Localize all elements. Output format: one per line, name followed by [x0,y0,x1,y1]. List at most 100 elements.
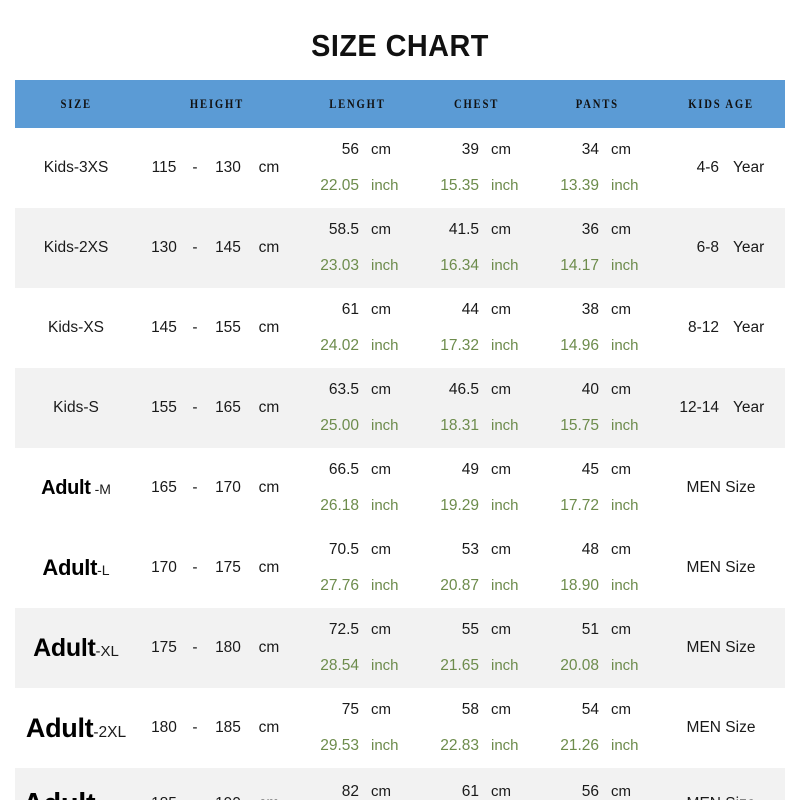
pants-inch-unit: inch [611,417,639,434]
chest-inch-unit: inch [491,657,519,674]
chest-cm-value: 61 [461,783,479,800]
chest-inch-unit: inch [491,497,519,514]
height-min: 185 [145,795,183,800]
cell-size: Kids-2XS [15,208,137,288]
length-inch-value: 25.00 [320,417,359,434]
cell-pants: 38 cm 14.96 inch [537,288,657,368]
cell-size: Adult-3XL [15,768,137,800]
pants-cm-unit: cm [611,701,631,718]
table-body: Kids-3XS 115-130 cm 56 cm 22.05 inch 39 cm 15.35 i… [15,128,785,800]
column-header-length: LENGHT [297,80,417,128]
cell-size: Kids-XS [15,288,137,368]
pants-cm-value: 34 [581,141,599,158]
length-cm-value: 66.5 [328,461,359,478]
column-header-pants-label: PANTS [575,96,619,111]
size-label: Kids-XS [48,319,104,336]
cell-kids-age: MEN Size [657,528,785,608]
height-unit: cm [258,239,280,256]
chest-cm-unit: cm [491,141,511,158]
table-row: Adult-L 170-175 cm 70.5 cm 27.76 inch 53 cm 20.87… [15,528,785,608]
pants-cm-unit: cm [611,221,631,238]
pants-inch-unit: inch [611,497,639,514]
cell-size: Adult-XL [15,608,137,688]
length-inch-unit: inch [371,177,399,194]
pants-cm-value: 38 [581,301,599,318]
length-inch-value: 22.05 [320,177,359,194]
height-min: 115 [151,159,177,176]
cell-length: 72.5 cm 28.54 inch [297,608,417,688]
height-max: 180 [215,639,241,656]
chest-inch-value: 19.29 [440,497,479,514]
size-label-main: Adult [42,555,98,580]
height-dash: - [192,639,198,656]
column-header-height: HEIGHT [137,80,297,128]
length-cm-value: 82 [341,783,359,800]
column-header-pants: PANTS [537,80,657,128]
size-label-suffix: -L [97,562,110,578]
pants-cm-value: 40 [581,381,599,398]
pants-inch-unit: inch [611,337,639,354]
chest-cm-value: 46.5 [448,381,479,398]
length-cm-value: 75 [341,701,359,718]
height-dash: - [192,479,198,496]
cell-height: 130-145 cm [137,208,297,288]
pants-inch-unit: inch [611,577,639,594]
cell-size: Adult-L [15,528,137,608]
age-range: 4-6 [696,159,719,176]
chest-cm-unit: cm [491,301,511,318]
cell-chest: 55 cm 21.65 inch [417,608,537,688]
length-cm-value: 63.5 [328,381,359,398]
cell-size: Kids-3XS [15,128,137,208]
size-note: MEN Size [686,479,756,496]
cell-height: 155-165 cm [137,368,297,448]
pants-inch-value: 15.75 [560,417,599,434]
age-unit: Year [733,399,765,416]
size-label-main: Adult [25,712,94,743]
length-cm-value: 72.5 [328,621,359,638]
cell-pants: 54 cm 21.26 inch [537,688,657,768]
length-inch-unit: inch [371,657,399,674]
length-inch-unit: inch [371,497,399,514]
size-chart-page: SIZE CHART SIZE HEIGHT LENGHT CHEST PANT… [0,0,800,800]
cell-size: Adult-2XL [15,688,137,768]
pants-inch-value: 18.90 [560,577,599,594]
pants-inch-value: 20.08 [560,657,599,674]
cell-chest: 41.5 cm 16.34 inch [417,208,537,288]
cell-kids-age: MEN Size [657,448,785,528]
pants-cm-unit: cm [611,541,631,558]
pants-inch-value: 14.17 [560,257,599,274]
chest-inch-value: 15.35 [440,177,479,194]
chest-inch-value: 18.31 [440,417,479,434]
pants-inch-value: 13.39 [560,177,599,194]
cell-pants: 56cm22.05inch [537,768,657,800]
pants-inch-unit: inch [611,177,639,194]
cell-chest: 58 cm 22.83 inch [417,688,537,768]
cell-length: 61 cm 24.02 inch [297,288,417,368]
cell-length: 56 cm 22.05 inch [297,128,417,208]
age-unit: Year [733,239,765,256]
size-label-main: Adult [23,788,96,800]
length-inch-unit: inch [371,337,399,354]
length-cm-value: 70.5 [328,541,359,558]
cell-chest: 44 cm 17.32 inch [417,288,537,368]
cell-kids-age: 6-8 Year [657,208,785,288]
size-label-main: Adult [41,476,91,499]
cell-chest: 49 cm 19.29 inch [417,448,537,528]
height-max: 170 [215,479,241,496]
table-row: Kids-XS 145-155 cm 61 cm 24.02 inch 44 cm 17.32 in… [15,288,785,368]
cell-chest: 39 cm 15.35 inch [417,128,537,208]
height-max: 175 [215,559,241,576]
size-label: Kids-2XS [43,239,109,256]
chest-cm-value: 39 [461,141,479,158]
chest-inch-value: 22.83 [440,737,479,754]
length-inch-value: 28.54 [320,657,359,674]
cell-size: Adult -M [15,448,137,528]
cell-height: 115-130 cm [137,128,297,208]
table-row: Kids-S 155-165 cm 63.5 cm 25.00 inch 46.5 cm 18.3… [15,368,785,448]
chest-cm-value: 53 [461,541,479,558]
column-header-size: SIZE [15,80,137,128]
age-range: 8-12 [687,319,719,336]
pants-inch-value: 21.26 [560,737,599,754]
length-cm-unit: cm [371,301,391,318]
length-cm-unit: cm [371,783,391,800]
